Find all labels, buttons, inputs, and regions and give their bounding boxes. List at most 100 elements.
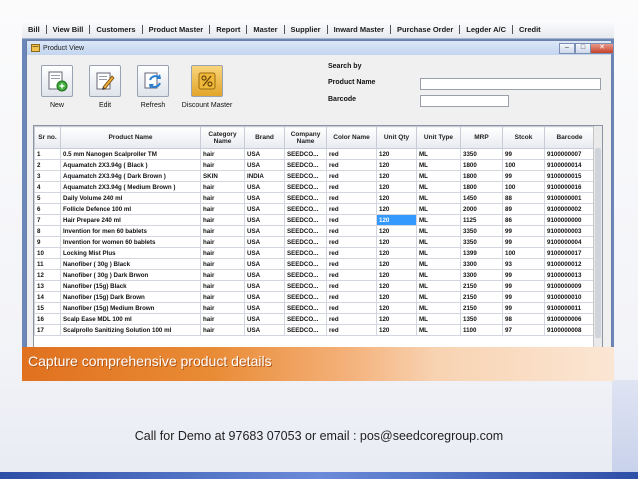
table-cell[interactable]: hair bbox=[200, 192, 245, 204]
table-cell[interactable]: 120 bbox=[376, 192, 417, 204]
table-cell[interactable]: ML bbox=[416, 159, 461, 171]
table-cell[interactable]: 120 bbox=[376, 324, 417, 336]
table-cell[interactable]: SEEDCO... bbox=[284, 159, 327, 171]
table-cell[interactable]: 99 bbox=[502, 170, 545, 182]
table-cell[interactable]: ML bbox=[416, 214, 461, 226]
table-cell[interactable]: 9100000016 bbox=[544, 181, 595, 193]
table-cell[interactable]: USA bbox=[244, 269, 285, 281]
table-cell[interactable]: 9100000002 bbox=[544, 203, 595, 215]
table-row[interactable]: 3 Aquamatch 2X3.94g ( Dark Brown ) SKIN IND… bbox=[34, 170, 595, 182]
table-cell[interactable]: 97 bbox=[502, 324, 545, 336]
column-header[interactable]: Unit Type bbox=[416, 126, 461, 149]
table-cell[interactable]: 4 bbox=[34, 181, 61, 193]
menu-item-purchase-order[interactable]: Purchase Order bbox=[391, 24, 461, 34]
table-cell[interactable]: 100 bbox=[502, 159, 545, 171]
scrollbar-thumb[interactable] bbox=[595, 148, 601, 338]
table-row[interactable]: 4 Aquamatch 2X3.94g ( Medium Brown ) hair U… bbox=[34, 181, 595, 193]
table-cell[interactable]: 120 bbox=[376, 203, 417, 215]
menu-item-report[interactable]: Report bbox=[210, 24, 248, 34]
table-cell[interactable]: hair bbox=[200, 214, 245, 226]
table-cell[interactable]: SEEDCO... bbox=[284, 291, 327, 303]
table-cell[interactable]: Invention for men 60 bablets bbox=[60, 225, 201, 237]
table-cell[interactable]: 1800 bbox=[460, 181, 503, 193]
table-cell[interactable]: 88 bbox=[502, 192, 545, 204]
table-cell[interactable]: red bbox=[326, 247, 377, 259]
table-cell[interactable]: red bbox=[326, 203, 377, 215]
table-cell[interactable]: 9100000015 bbox=[544, 170, 595, 182]
table-cell[interactable]: 9 bbox=[34, 236, 61, 248]
table-cell[interactable]: USA bbox=[244, 159, 285, 171]
table-cell[interactable]: SKIN bbox=[200, 170, 245, 182]
table-cell[interactable]: 9100000008 bbox=[544, 324, 595, 336]
table-cell[interactable]: USA bbox=[244, 280, 285, 292]
table-cell[interactable]: ML bbox=[416, 280, 461, 292]
table-cell[interactable]: Aquamatch 2X3.94g ( Dark Brown ) bbox=[60, 170, 201, 182]
table-cell[interactable]: SEEDCO... bbox=[284, 280, 327, 292]
table-cell[interactable]: ML bbox=[416, 258, 461, 270]
table-cell[interactable]: 9100000012 bbox=[544, 258, 595, 270]
table-cell[interactable]: ML bbox=[416, 170, 461, 182]
table-cell[interactable]: ML bbox=[416, 291, 461, 303]
table-cell[interactable]: red bbox=[326, 181, 377, 193]
minimize-button[interactable]: – bbox=[559, 43, 575, 54]
table-cell[interactable]: red bbox=[326, 236, 377, 248]
table-cell[interactable]: 10 bbox=[34, 247, 61, 259]
table-cell[interactable]: SEEDCO... bbox=[284, 313, 327, 325]
table-cell[interactable]: 15 bbox=[34, 302, 61, 314]
table-cell[interactable]: 16 bbox=[34, 313, 61, 325]
table-cell[interactable]: 99 bbox=[502, 291, 545, 303]
table-cell[interactable]: USA bbox=[244, 225, 285, 237]
table-cell[interactable]: 2150 bbox=[460, 302, 503, 314]
table-cell[interactable]: 7 bbox=[34, 214, 61, 226]
edit-button[interactable]: Edit bbox=[83, 65, 127, 109]
table-cell[interactable]: 3300 bbox=[460, 258, 503, 270]
table-cell[interactable]: USA bbox=[244, 313, 285, 325]
new-button[interactable]: New bbox=[35, 65, 79, 109]
table-cell[interactable]: 12 bbox=[34, 269, 61, 281]
table-cell[interactable]: red bbox=[326, 148, 377, 160]
table-cell[interactable]: 99 bbox=[502, 280, 545, 292]
table-cell[interactable]: 9100000007 bbox=[544, 148, 595, 160]
table-cell[interactable]: hair bbox=[200, 324, 245, 336]
table-cell[interactable]: 1800 bbox=[460, 159, 503, 171]
column-header[interactable]: Barcode bbox=[544, 126, 595, 149]
table-row[interactable]: 1 0.5 mm Nanogen Scalproller TM hair USA SEE… bbox=[34, 148, 595, 160]
barcode-input[interactable] bbox=[420, 95, 509, 107]
table-cell[interactable]: SEEDCO... bbox=[284, 324, 327, 336]
table-cell[interactable]: USA bbox=[244, 214, 285, 226]
table-cell[interactable]: Aquamatch 2X3.94g ( Black ) bbox=[60, 159, 201, 171]
table-cell[interactable]: 120 bbox=[376, 247, 417, 259]
table-cell[interactable]: USA bbox=[244, 236, 285, 248]
table-cell[interactable]: 3350 bbox=[460, 236, 503, 248]
menu-item-inward-master[interactable]: Inward Master bbox=[328, 24, 391, 34]
menu-item-product-master[interactable]: Product Master bbox=[143, 24, 211, 34]
table-cell[interactable]: hair bbox=[200, 247, 245, 259]
table-cell[interactable]: 17 bbox=[34, 324, 61, 336]
column-header[interactable]: Stcok bbox=[502, 126, 545, 149]
table-cell[interactable]: 1100 bbox=[460, 324, 503, 336]
table-cell[interactable]: 2 bbox=[34, 159, 61, 171]
table-cell[interactable]: Daily Volume 240 ml bbox=[60, 192, 201, 204]
table-cell[interactable]: 9100000003 bbox=[544, 225, 595, 237]
table-cell[interactable]: USA bbox=[244, 192, 285, 204]
table-cell[interactable]: hair bbox=[200, 181, 245, 193]
table-cell[interactable]: ML bbox=[416, 324, 461, 336]
table-cell[interactable]: red bbox=[326, 214, 377, 226]
table-cell[interactable]: 9100000014 bbox=[544, 159, 595, 171]
table-cell[interactable]: Scalprollo Sanitizing Solution 100 ml bbox=[60, 324, 201, 336]
table-cell[interactable]: ML bbox=[416, 225, 461, 237]
table-cell[interactable]: Nanofiber ( 30g ) Black bbox=[60, 258, 201, 270]
table-cell[interactable]: hair bbox=[200, 236, 245, 248]
column-header[interactable]: Sr no. bbox=[34, 126, 61, 149]
vertical-scrollbar[interactable] bbox=[593, 126, 602, 362]
table-cell[interactable]: SEEDCO... bbox=[284, 203, 327, 215]
table-row[interactable]: 12 Nanofiber ( 30g ) Dark Brwon hair USA SEE… bbox=[34, 269, 595, 281]
menu-item-credit[interactable]: Credit bbox=[513, 25, 547, 34]
table-cell[interactable]: ML bbox=[416, 148, 461, 160]
table-cell[interactable]: 1125 bbox=[460, 214, 503, 226]
table-cell[interactable]: 5 bbox=[34, 192, 61, 204]
table-cell[interactable]: SEEDCO... bbox=[284, 192, 327, 204]
table-cell[interactable]: ML bbox=[416, 181, 461, 193]
table-cell[interactable]: Locking Mist Plus bbox=[60, 247, 201, 259]
table-cell[interactable]: 3 bbox=[34, 170, 61, 182]
